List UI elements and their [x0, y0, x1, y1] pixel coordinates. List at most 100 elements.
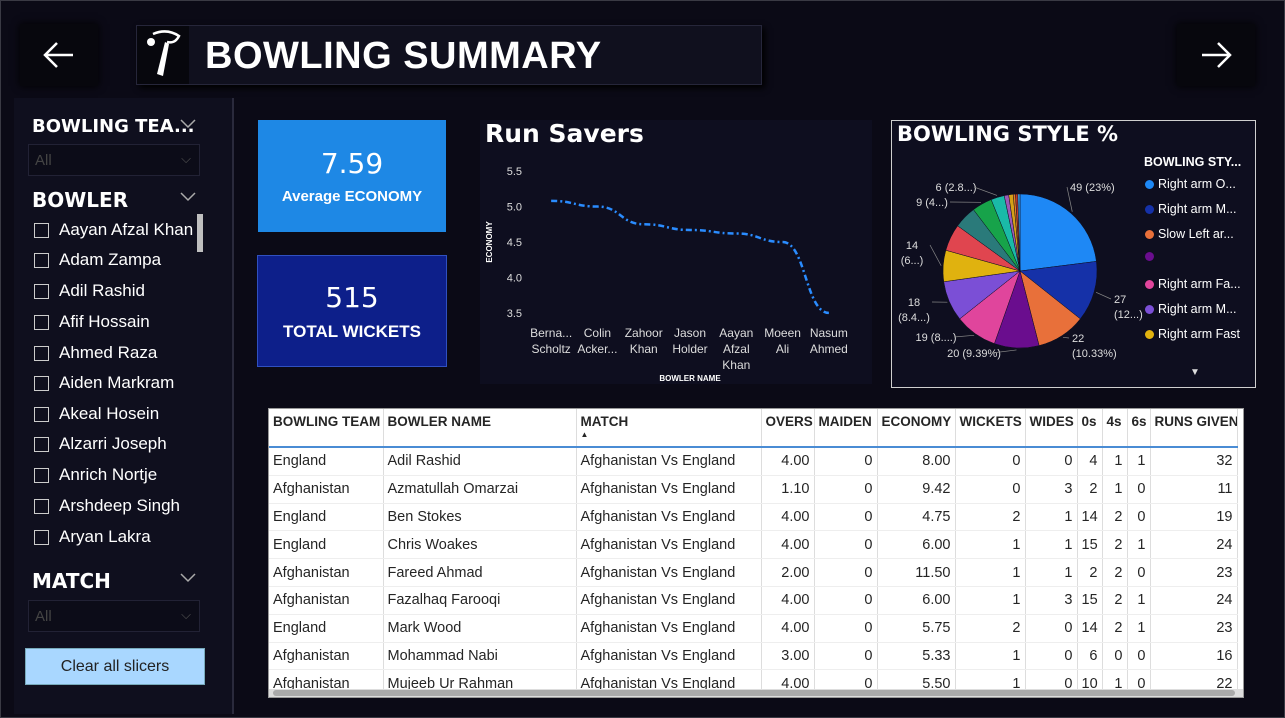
bowler-option[interactable]: Aiden Markram	[34, 372, 174, 394]
table-row[interactable]: England Chris Woakes Afghanistan Vs Englan…	[269, 530, 1238, 560]
table-cell: 1	[1102, 475, 1128, 504]
legend-marker	[1145, 252, 1154, 261]
team-dropdown[interactable]: All ⌵	[28, 144, 200, 176]
column-header[interactable]: 0s	[1077, 409, 1103, 448]
checkbox[interactable]	[34, 314, 49, 330]
column-header[interactable]: RUNS GIVEN	[1150, 409, 1238, 448]
table-cell: Afghanistan Vs England	[576, 503, 762, 532]
x-tick-label: Zahoor Khan	[625, 326, 663, 356]
table-cell: 2	[1102, 530, 1128, 560]
legend-item[interactable]: Right arm Fa...	[1145, 277, 1241, 291]
match-slicer-heading: MATCH	[32, 569, 111, 593]
checkbox[interactable]	[34, 529, 49, 545]
bowler-option[interactable]: Anrich Nortje	[34, 464, 157, 486]
x-tick-label-line: Nasum	[810, 326, 848, 340]
table-row[interactable]: Afghanistan Mohammad Nabi Afghanistan Vs E…	[269, 642, 1238, 671]
column-header[interactable]: OVERS	[761, 409, 815, 448]
table-cell: 14	[1077, 614, 1103, 643]
table-cell: 11	[1150, 475, 1238, 504]
slice-leader-line	[929, 244, 942, 266]
chevron-down-icon[interactable]	[179, 572, 197, 584]
checkbox[interactable]	[34, 436, 49, 452]
clear-all-slicers-button[interactable]: Clear all slicers	[25, 648, 205, 685]
table-cell: 2	[1102, 614, 1128, 643]
back-button[interactable]	[20, 24, 98, 86]
column-header[interactable]: BOWLER NAME	[383, 409, 577, 448]
table-row[interactable]: England Ben Stokes Afghanistan Vs England 4…	[269, 503, 1238, 532]
checkbox[interactable]	[34, 375, 49, 391]
x-tick-label-line: Khan	[630, 342, 658, 356]
legend-item[interactable]: Right arm M...	[1145, 202, 1237, 216]
table-cell: 0	[1127, 503, 1151, 532]
table-row[interactable]: Afghanistan Azmatullah Omarzai Afghanistan…	[269, 475, 1238, 504]
legend-item[interactable]: Right arm Fast	[1145, 327, 1240, 341]
forward-button[interactable]	[1177, 24, 1255, 86]
table-cell: England	[269, 530, 384, 560]
checkbox[interactable]	[34, 345, 49, 361]
checkbox[interactable]	[34, 222, 49, 238]
chevron-down-icon[interactable]	[179, 191, 197, 203]
bowler-option[interactable]: Adil Rashid	[34, 280, 145, 302]
legend-item[interactable]: Slow Left ar...	[1145, 227, 1234, 241]
bowler-option[interactable]: Ahmed Raza	[34, 342, 157, 364]
table-cell: 0	[1025, 447, 1078, 476]
table-cell: Fazalhaq Farooqi	[383, 586, 577, 615]
checkbox[interactable]	[34, 406, 49, 422]
table-cell: 4.00	[761, 503, 815, 532]
table-cell: 24	[1150, 586, 1238, 615]
column-header[interactable]: WIDES	[1025, 409, 1078, 448]
table-cell: 1	[1127, 586, 1151, 615]
match-dropdown[interactable]: All ⌵	[28, 600, 200, 632]
table-row[interactable]: England Adil Rashid Afghanistan Vs England…	[269, 447, 1238, 476]
column-header[interactable]: WICKETS	[955, 409, 1026, 448]
checkbox[interactable]	[34, 252, 49, 268]
table-cell: 1	[955, 530, 1026, 560]
bowler-list-scrollbar[interactable]	[197, 214, 203, 252]
table-cell: 8.00	[877, 447, 956, 476]
slice-leader-line	[1095, 291, 1112, 300]
column-header[interactable]: 6s	[1127, 409, 1151, 448]
legend-label: Right arm M...	[1158, 302, 1237, 316]
x-tick-label: Colin Acker...	[577, 326, 617, 356]
column-header[interactable]: MAIDEN	[814, 409, 878, 448]
bowler-option[interactable]: Akeal Hosein	[34, 403, 159, 425]
bowler-option[interactable]: Aayan Afzal Khan	[34, 219, 193, 241]
table-row[interactable]: England Mark Wood Afghanistan Vs England 4.…	[269, 614, 1238, 643]
checkbox[interactable]	[34, 283, 49, 299]
column-header[interactable]: MATCH ▲	[576, 409, 762, 448]
checkbox[interactable]	[34, 467, 49, 483]
bowler-option[interactable]: Aryan Lakra	[34, 526, 151, 548]
bowler-option[interactable]: Adam Zampa	[34, 249, 161, 271]
column-header[interactable]: ECONOMY	[877, 409, 956, 448]
table-cell: 4.75	[877, 503, 956, 532]
bowler-option-label: Aiden Markram	[59, 373, 175, 392]
table-cell: Fareed Ahmad	[383, 558, 577, 587]
legend-marker	[1145, 279, 1154, 289]
table-cell: 0	[1127, 558, 1151, 587]
arrow-left-icon	[43, 42, 73, 68]
checkbox[interactable]	[34, 498, 49, 514]
column-header[interactable]: 4s	[1102, 409, 1128, 448]
chevron-down-icon[interactable]	[179, 118, 197, 130]
bowler-option-label: Akeal Hosein	[59, 404, 160, 423]
slice-data-label-line: 22	[1072, 333, 1084, 345]
bowler-option[interactable]: Alzarri Joseph	[34, 433, 167, 455]
bowler-option-label: Arshdeep Singh	[59, 496, 180, 515]
legend-item[interactable]: Right arm O...	[1145, 177, 1236, 191]
slice-data-label: 27 (12...)	[1114, 294, 1143, 321]
legend-item[interactable]	[1145, 252, 1158, 261]
table-row[interactable]: Afghanistan Fareed Ahmad Afghanistan Vs En…	[269, 558, 1238, 587]
legend-scroll-down-icon[interactable]: ▼	[1190, 367, 1200, 378]
table-row[interactable]: Afghanistan Fazalhaq Farooqi Afghanistan V…	[269, 586, 1238, 615]
bowler-option[interactable]: Afif Hossain	[34, 311, 150, 333]
legend-title: BOWLING STY...	[1144, 155, 1242, 169]
y-tick-label: 4.5	[507, 237, 522, 249]
column-header[interactable]: BOWLING TEAM	[269, 409, 384, 448]
bowler-option[interactable]: Arshdeep Singh	[34, 495, 180, 517]
table-horizontal-scrollbar[interactable]	[269, 689, 1243, 697]
table-cell: 0	[814, 586, 878, 615]
table-cell: 1	[1025, 530, 1078, 560]
table-cell: 24	[1150, 530, 1238, 560]
legend-item[interactable]: Right arm M...	[1145, 302, 1237, 316]
table-cell: 15	[1077, 530, 1103, 560]
